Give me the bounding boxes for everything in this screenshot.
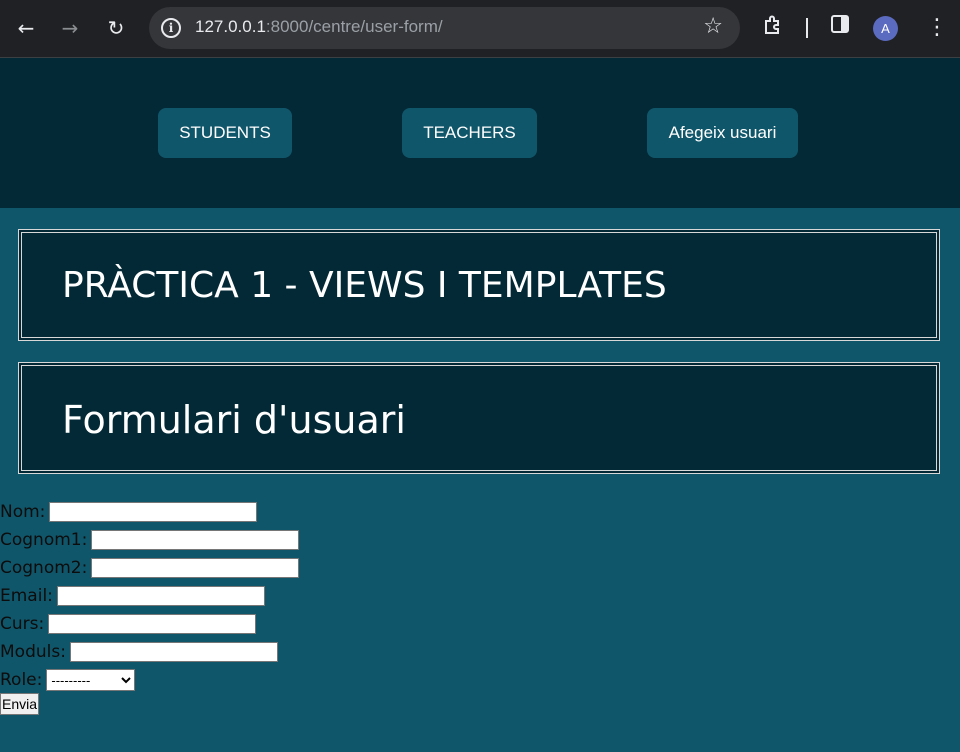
role-select[interactable]: --------- <box>46 669 136 691</box>
submit-button[interactable]: Envia <box>0 693 40 715</box>
cognom2-input[interactable] <box>91 558 300 578</box>
nav-teachers-button[interactable]: TEACHERS <box>402 108 537 158</box>
form-row-nom: Nom: <box>0 498 299 526</box>
page-title-box: PRÀCTICA 1 - VIEWS I TEMPLATES <box>18 229 940 341</box>
form-row-moduls: Moduls: <box>0 638 299 666</box>
browser-toolbar: ← → ↻ i 127.0.0.1:8000/centre/user-form/… <box>0 0 960 58</box>
curs-input[interactable] <box>48 614 257 634</box>
nom-input[interactable] <box>49 502 258 522</box>
moduls-input[interactable] <box>69 642 278 662</box>
menu-icon[interactable]: ⋮ <box>926 14 948 42</box>
nom-label: Nom: <box>0 502 46 522</box>
url-text[interactable]: 127.0.0.1:8000/centre/user-form/ <box>195 17 443 37</box>
profile-avatar[interactable]: A <box>873 16 898 41</box>
nav-add-user-button[interactable]: Afegeix usuari <box>647 108 798 158</box>
nav-students-button[interactable]: STUDENTS <box>158 108 292 158</box>
side-panel-icon[interactable] <box>830 14 850 42</box>
reload-icon[interactable]: ↻ <box>104 14 128 42</box>
extensions-icon[interactable] <box>762 14 784 44</box>
cognom1-input[interactable] <box>91 530 300 550</box>
email-input[interactable] <box>56 586 265 606</box>
back-arrow-icon[interactable]: ← <box>14 14 38 42</box>
moduls-label: Moduls: <box>0 642 66 662</box>
page-title: PRÀCTICA 1 - VIEWS I TEMPLATES <box>62 265 667 306</box>
page-subtitle: Formulari d'usuari <box>62 398 406 442</box>
user-form: Nom: Cognom1: Cognom2: Email: Curs: Modu… <box>0 498 300 715</box>
form-row-role: Role: --------- <box>0 666 299 694</box>
form-row-cognom1: Cognom1: <box>0 526 300 554</box>
forward-arrow-icon[interactable]: → <box>58 14 82 42</box>
url-path: :8000/centre/user-form/ <box>265 17 443 36</box>
role-label: Role: <box>0 670 43 690</box>
curs-label: Curs: <box>0 614 45 634</box>
toolbar-separator <box>806 18 808 38</box>
site-header: STUDENTS TEACHERS Afegeix usuari <box>0 58 960 208</box>
url-host: 127.0.0.1 <box>195 17 266 36</box>
site-info-icon[interactable]: i <box>161 18 181 38</box>
form-row-cognom2: Cognom2: <box>0 554 300 582</box>
form-row-email: Email: <box>0 582 299 610</box>
cognom1-label: Cognom1: <box>0 530 88 550</box>
cognom2-label: Cognom2: <box>0 558 88 578</box>
bookmark-star-icon[interactable]: ☆ <box>703 14 723 39</box>
page-subtitle-box: Formulari d'usuari <box>18 362 940 474</box>
email-label: Email: <box>0 586 53 606</box>
address-bar[interactable]: i 127.0.0.1:8000/centre/user-form/ ☆ <box>149 7 740 49</box>
form-row-curs: Curs: <box>0 610 299 638</box>
